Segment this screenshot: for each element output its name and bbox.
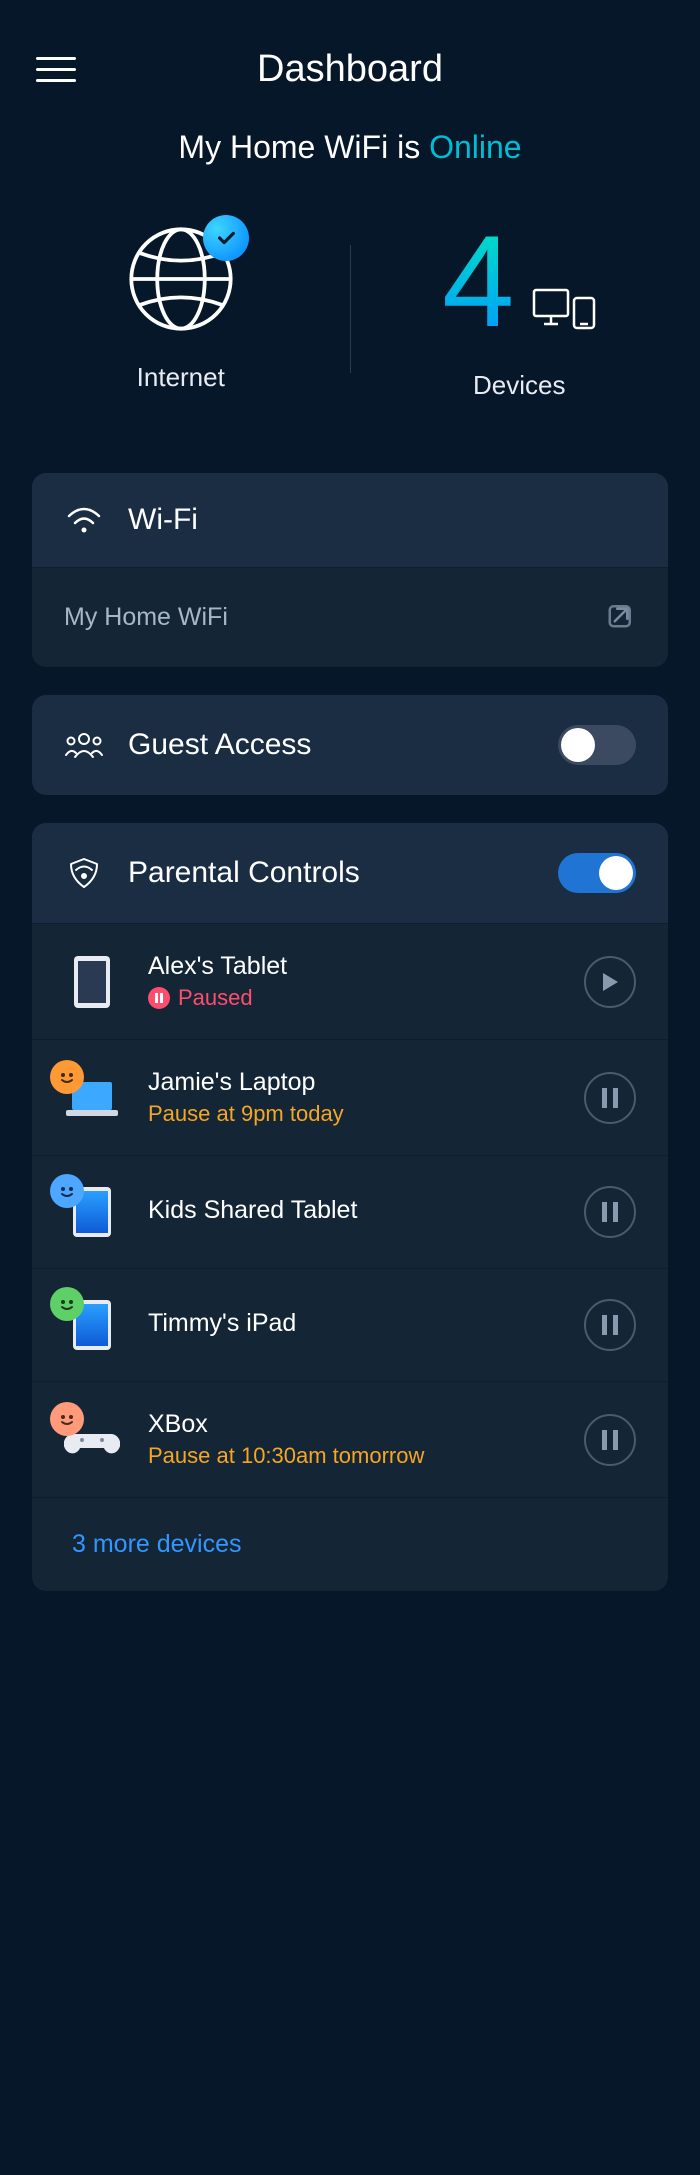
device-status: Pause at 10:30am tomorrow xyxy=(148,1443,556,1469)
device-status: Paused xyxy=(148,985,556,1011)
guest-access-label: Guest Access xyxy=(128,728,534,762)
device-name: Jamie's Laptop xyxy=(148,1068,556,1097)
avatar-badge-icon xyxy=(50,1174,84,1208)
device-name: Timmy's iPad xyxy=(148,1309,556,1338)
avatar-badge-icon xyxy=(50,1060,84,1094)
parental-controls-card: Parental Controls Alex's Tablet Paused xyxy=(32,823,668,1591)
shield-icon xyxy=(64,856,104,890)
app-header: Dashboard xyxy=(0,0,700,119)
device-row-jamie-laptop[interactable]: Jamie's Laptop Pause at 9pm today xyxy=(32,1039,668,1155)
guest-access-card: Guest Access xyxy=(32,695,668,795)
status-prefix: My Home WiFi is xyxy=(178,129,429,165)
avatar-badge-icon xyxy=(50,1402,84,1436)
stats-panel: Internet 4 Devices xyxy=(32,216,668,401)
laptop-icon xyxy=(64,1070,120,1126)
device-name: Alex's Tablet xyxy=(148,952,556,981)
devices-label: Devices xyxy=(473,370,565,401)
external-link-icon[interactable] xyxy=(606,600,636,635)
device-row-xbox[interactable]: XBox Pause at 10:30am tomorrow xyxy=(32,1381,668,1497)
device-row-timmy-ipad[interactable]: Timmy's iPad xyxy=(32,1268,668,1381)
play-button[interactable] xyxy=(584,956,636,1008)
stats-divider xyxy=(350,245,351,373)
game-controller-icon xyxy=(64,1412,120,1468)
device-name: Kids Shared Tablet xyxy=(148,1196,556,1225)
status-value: Online xyxy=(429,129,522,165)
internet-label: Internet xyxy=(137,362,225,393)
page-title: Dashboard xyxy=(36,48,664,91)
globe-icon xyxy=(127,225,235,338)
people-icon xyxy=(64,730,104,760)
devices-icon xyxy=(532,284,596,332)
devices-count: 4 xyxy=(442,216,514,346)
more-devices-link[interactable]: 3 more devices xyxy=(32,1497,668,1591)
pause-button[interactable] xyxy=(584,1414,636,1466)
device-row-kids-tablet[interactable]: Kids Shared Tablet xyxy=(32,1155,668,1268)
guest-access-toggle[interactable] xyxy=(558,725,636,765)
devices-stat[interactable]: 4 Devices xyxy=(371,216,669,401)
avatar-badge-icon xyxy=(50,1287,84,1321)
tablet-icon xyxy=(64,1184,120,1240)
pause-button[interactable] xyxy=(584,1072,636,1124)
device-status: Pause at 9pm today xyxy=(148,1101,556,1127)
wifi-header[interactable]: Wi-Fi xyxy=(32,473,668,567)
device-name: XBox xyxy=(148,1410,556,1439)
parental-controls-label: Parental Controls xyxy=(128,856,534,890)
guest-access-header[interactable]: Guest Access xyxy=(32,695,668,795)
network-status: My Home WiFi is Online xyxy=(0,129,700,166)
tablet-icon xyxy=(64,1297,120,1353)
internet-stat[interactable]: Internet xyxy=(32,225,330,393)
parental-controls-header[interactable]: Parental Controls xyxy=(32,823,668,923)
parental-controls-toggle[interactable] xyxy=(558,853,636,893)
status-check-icon xyxy=(203,215,249,261)
pause-button[interactable] xyxy=(584,1186,636,1238)
wifi-section-label: Wi-Fi xyxy=(128,503,636,537)
wifi-card: Wi-Fi My Home WiFi xyxy=(32,473,668,667)
wifi-icon xyxy=(64,506,104,534)
tablet-icon xyxy=(64,954,120,1010)
wifi-network-row[interactable]: My Home WiFi xyxy=(32,567,668,667)
wifi-network-name: My Home WiFi xyxy=(64,603,586,632)
pause-badge-icon xyxy=(148,987,170,1009)
pause-button[interactable] xyxy=(584,1299,636,1351)
device-row-alex-tablet[interactable]: Alex's Tablet Paused xyxy=(32,923,668,1039)
